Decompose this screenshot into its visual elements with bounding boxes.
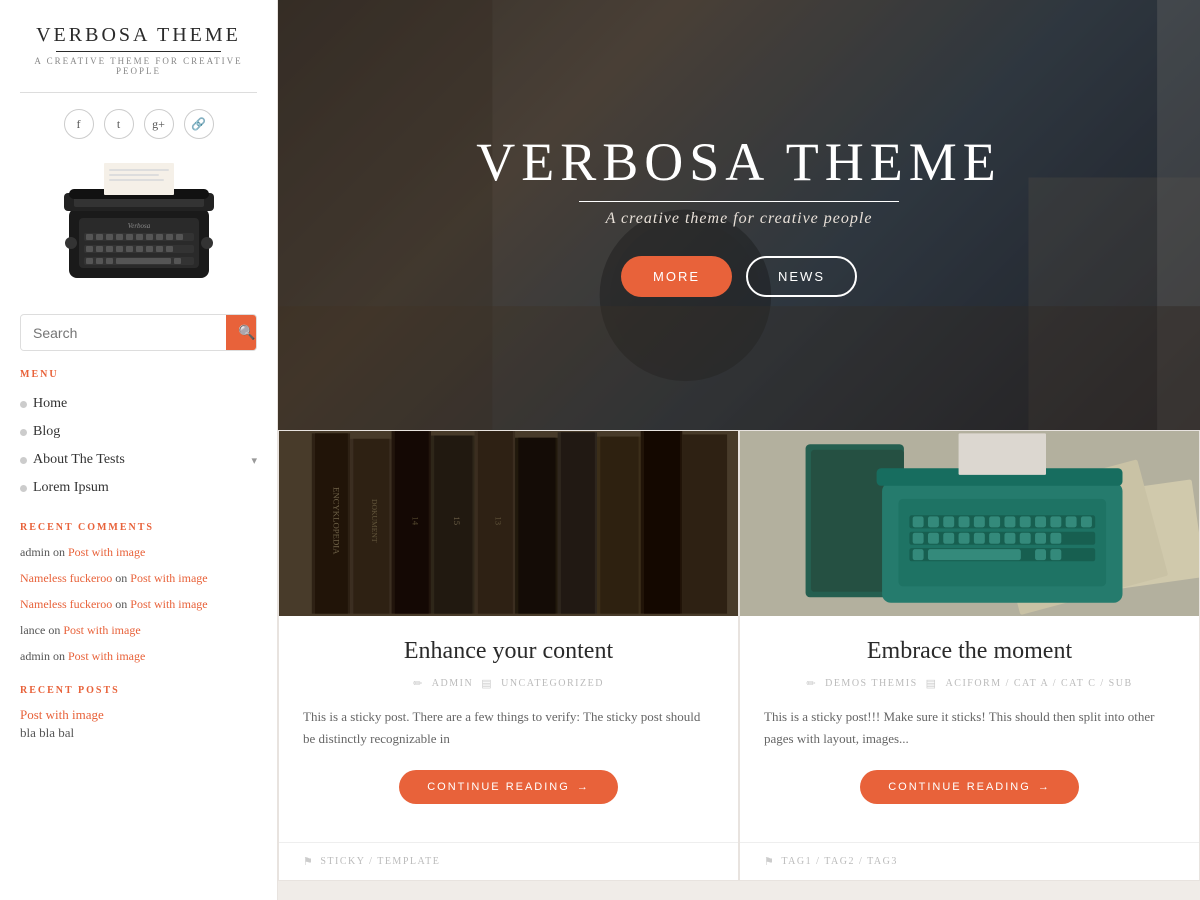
logo-area: VERBOSA THEME A CREATIVE THEME FOR CREAT… xyxy=(20,24,257,93)
hero-title: VERBOSA THEME xyxy=(476,133,1002,192)
sidebar: VERBOSA THEME A CREATIVE THEME FOR CREAT… xyxy=(0,0,278,900)
link-icon[interactable]: 🔗 xyxy=(184,109,214,139)
menu-item-label: About The Tests xyxy=(33,452,125,468)
post-body-2: Embrace the moment ✏ DEMOS THEMIS ▤ ACIF… xyxy=(740,616,1199,842)
post-footer-2: ⚑ TAG1 / TAG2 / TAG3 xyxy=(740,842,1199,880)
facebook-icon[interactable]: f xyxy=(64,109,94,139)
nav-menu: Home Blog About The Tests ▾ Lorem Ipsum xyxy=(20,390,257,502)
menu-dot xyxy=(20,485,27,492)
googleplus-icon[interactable]: g+ xyxy=(144,109,174,139)
post-title-2: Embrace the moment xyxy=(764,638,1175,665)
menu-dot xyxy=(20,401,27,408)
post-thumbnail-2 xyxy=(740,431,1199,616)
menu-dot xyxy=(20,429,27,436)
comment-author: lance on xyxy=(20,623,63,637)
menu-item-label: Home xyxy=(33,396,67,412)
hero-content: VERBOSA THEME A creative theme for creat… xyxy=(456,113,1022,316)
hero-title-divider xyxy=(579,201,899,202)
tag-icon: ⚑ xyxy=(303,855,314,868)
post-card-1: ENCYKLOPEDIA DOKUMENT 14 15 13 Enhance y… xyxy=(278,430,739,881)
search-icon: 🔍 xyxy=(238,324,255,340)
hero-buttons: MORE NEWS xyxy=(476,256,1002,297)
sidebar-illustration: Verbosa xyxy=(20,153,257,298)
menu-item-about[interactable]: About The Tests ▾ xyxy=(20,446,257,474)
site-title: VERBOSA THEME xyxy=(20,24,257,47)
chevron-down-icon: ▾ xyxy=(251,454,257,467)
post-tags-1: STICKY / TEMPLATE xyxy=(320,856,440,867)
menu-item-lorem[interactable]: Lorem Ipsum xyxy=(20,474,257,502)
recent-posts-list: Post with image bla bla bal xyxy=(20,706,257,742)
post-author-1: ADMIN xyxy=(432,678,473,689)
recent-posts-label: RECENT POSTS xyxy=(20,685,257,696)
news-button[interactable]: NEWS xyxy=(746,256,857,297)
logo-divider xyxy=(56,51,222,52)
post-excerpt-1: This is a sticky post. There are a few t… xyxy=(303,706,714,750)
recent-post-link[interactable]: bla bla bal xyxy=(20,725,74,740)
comment-post-link[interactable]: Post with image xyxy=(68,649,145,663)
continue-reading-label-1: CONTINUE READING xyxy=(427,781,570,793)
comment-item: Nameless fuckeroo on Post with image xyxy=(20,569,257,587)
post-thumb-svg-1: ENCYKLOPEDIA DOKUMENT 14 15 13 xyxy=(279,431,738,616)
category-icon: ▤ xyxy=(481,677,493,690)
main-content: VERBOSA THEME A creative theme for creat… xyxy=(278,0,1200,900)
social-icons-group: f t g+ 🔗 xyxy=(20,109,257,139)
search-area: 🔍 xyxy=(20,314,257,351)
svg-text:Verbosa: Verbosa xyxy=(127,222,150,230)
comment-author: admin on xyxy=(20,545,68,559)
continue-reading-label-2: CONTINUE READING xyxy=(888,781,1031,793)
post-tags-2: TAG1 / TAG2 / TAG3 xyxy=(781,856,897,867)
post-meta-2: ✏ DEMOS THEMIS ▤ ACIFORM / CAT A / CAT C… xyxy=(764,677,1175,690)
menu-item-label: Blog xyxy=(33,424,60,440)
post-thumb-svg-2 xyxy=(740,431,1199,616)
menu-label: MENU xyxy=(20,369,257,380)
continue-reading-button-1[interactable]: CONTINUE READING → xyxy=(399,770,618,804)
twitter-icon[interactable]: t xyxy=(104,109,134,139)
comment-item: admin on Post with image xyxy=(20,647,257,665)
recent-comments-label: RECENT COMMENTS xyxy=(20,522,257,533)
arrow-right-icon: → xyxy=(577,781,590,793)
post-body-1: Enhance your content ✏ ADMIN ▤ UNCATEGOR… xyxy=(279,616,738,842)
comment-on: on xyxy=(112,571,130,585)
comment-on: on xyxy=(112,597,130,611)
post-meta-1: ✏ ADMIN ▤ UNCATEGORIZED xyxy=(303,677,714,690)
hero-subtitle: A creative theme for creative people xyxy=(476,210,1002,228)
comments-list: admin on Post with image Nameless fucker… xyxy=(20,543,257,665)
comment-item: admin on Post with image xyxy=(20,543,257,561)
category-icon: ▤ xyxy=(926,677,938,690)
search-input[interactable] xyxy=(21,316,226,350)
post-category-2: ACIFORM / CAT A / CAT C / SUB xyxy=(946,678,1133,689)
arrow-right-icon: → xyxy=(1038,781,1051,793)
comment-author: admin on xyxy=(20,649,68,663)
post-footer-1: ⚑ STICKY / TEMPLATE xyxy=(279,842,738,880)
typewriter-svg: Verbosa xyxy=(49,153,229,293)
author-icon: ✏ xyxy=(413,677,424,690)
post-title-1: Enhance your content xyxy=(303,638,714,665)
author-icon: ✏ xyxy=(806,677,817,690)
menu-dot xyxy=(20,457,27,464)
post-card-2: Embrace the moment ✏ DEMOS THEMIS ▤ ACIF… xyxy=(739,430,1200,881)
recent-post-link[interactable]: Post with image xyxy=(20,707,104,722)
search-button[interactable]: 🔍 xyxy=(226,315,257,350)
more-button[interactable]: MORE xyxy=(621,256,732,297)
posts-grid: ENCYKLOPEDIA DOKUMENT 14 15 13 Enhance y… xyxy=(278,430,1200,881)
comment-item: lance on Post with image xyxy=(20,621,257,639)
menu-item-blog[interactable]: Blog xyxy=(20,418,257,446)
post-category-1: UNCATEGORIZED xyxy=(501,678,604,689)
post-author-2: DEMOS THEMIS xyxy=(825,678,918,689)
comment-post-link[interactable]: Post with image xyxy=(63,623,140,637)
hero-section: VERBOSA THEME A creative theme for creat… xyxy=(278,0,1200,430)
comment-post-link[interactable]: Post with image xyxy=(130,571,207,585)
continue-reading-button-2[interactable]: CONTINUE READING → xyxy=(860,770,1079,804)
tag-icon: ⚑ xyxy=(764,855,775,868)
menu-item-label: Lorem Ipsum xyxy=(33,480,109,496)
comment-author-link[interactable]: Nameless fuckeroo xyxy=(20,571,112,585)
menu-item-home[interactable]: Home xyxy=(20,390,257,418)
comment-item: Nameless fuckeroo on Post with image xyxy=(20,595,257,613)
site-tagline: A CREATIVE THEME FOR CREATIVE PEOPLE xyxy=(20,56,257,76)
comment-author-link[interactable]: Nameless fuckeroo xyxy=(20,597,112,611)
comment-post-link[interactable]: Post with image xyxy=(68,545,145,559)
comment-post-link[interactable]: Post with image xyxy=(130,597,207,611)
post-thumbnail-1: ENCYKLOPEDIA DOKUMENT 14 15 13 xyxy=(279,431,738,616)
post-excerpt-2: This is a sticky post!!! Make sure it st… xyxy=(764,706,1175,750)
